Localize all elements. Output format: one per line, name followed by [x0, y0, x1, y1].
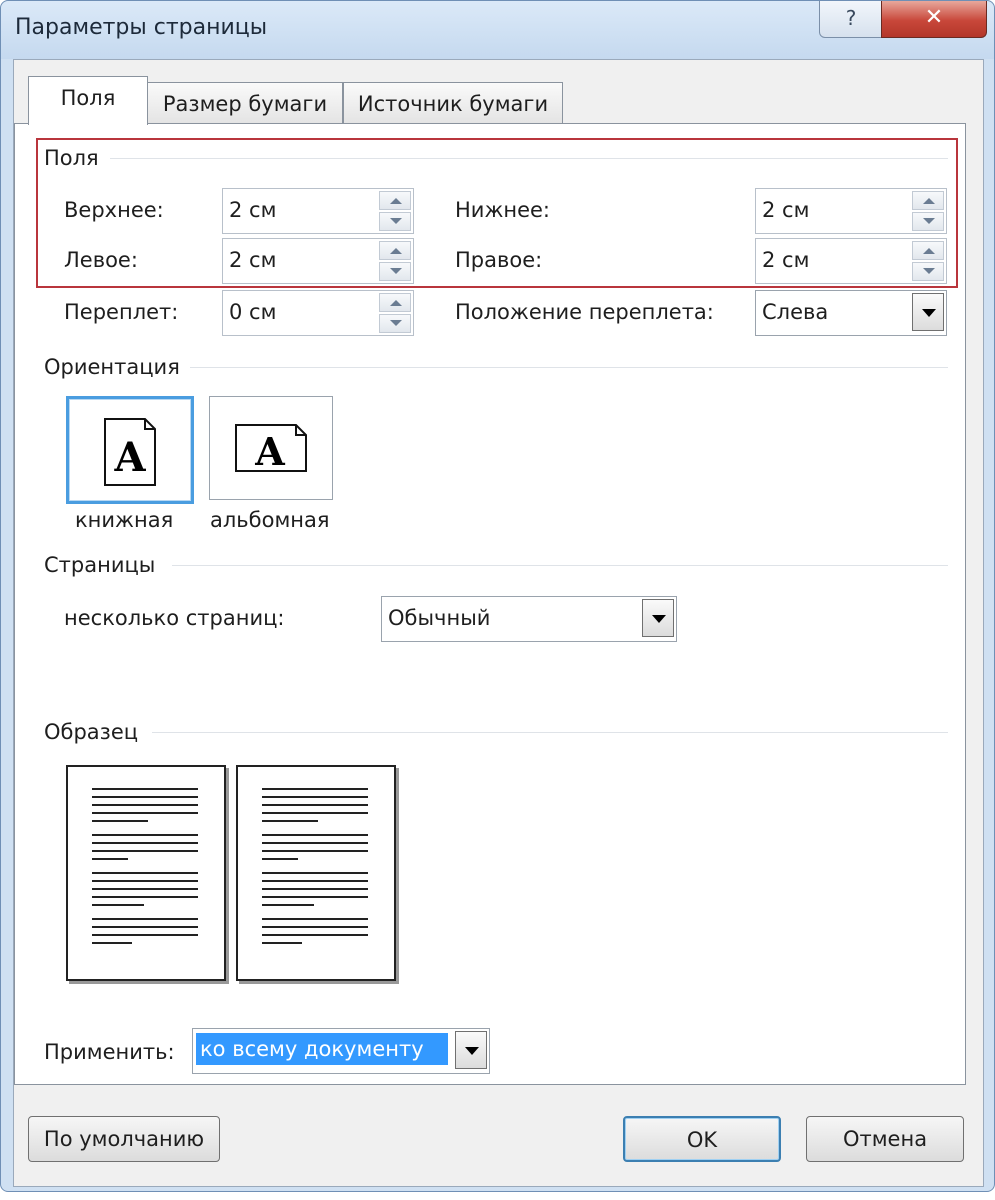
group-divider: [190, 367, 948, 368]
close-button[interactable]: ✕: [881, 1, 987, 38]
title-bar: Параметры страницы ? ✕: [1, 1, 994, 59]
gutter-value: 0 см: [229, 300, 277, 324]
chevron-down-icon[interactable]: [455, 1031, 487, 1069]
tab-paper-source[interactable]: Источник бумаги: [343, 82, 563, 125]
preview-text-lines: [92, 788, 198, 944]
pages-group-label: Страницы: [44, 553, 156, 577]
group-divider: [172, 565, 948, 566]
landscape-page-icon: A: [235, 424, 307, 474]
set-as-default-button[interactable]: По умолчанию: [28, 1116, 220, 1162]
help-button[interactable]: ?: [819, 1, 883, 38]
multiple-pages-label: несколько страниц:: [64, 606, 285, 630]
portrait-option[interactable]: A: [66, 396, 194, 504]
gutter-spinner[interactable]: 0 см: [222, 290, 414, 336]
gutter-position-value: Слева: [762, 300, 829, 324]
gutter-label: Переплет:: [64, 300, 179, 324]
tab-paper-size[interactable]: Размер бумаги: [147, 82, 343, 125]
apply-to-label: Применить:: [44, 1040, 175, 1064]
group-divider: [152, 732, 948, 733]
chevron-down-icon[interactable]: [642, 599, 674, 637]
ok-button[interactable]: OK: [623, 1116, 781, 1162]
tab-margins[interactable]: Поля: [28, 76, 148, 125]
portrait-label[interactable]: книжная: [75, 508, 173, 532]
gutter-position-select[interactable]: Слева: [755, 290, 947, 336]
multiple-pages-value: Обычный: [388, 606, 491, 630]
cancel-button[interactable]: Отмена: [806, 1116, 964, 1162]
multiple-pages-select[interactable]: Обычный: [381, 596, 677, 642]
gutter-position-label: Положение переплета:: [455, 300, 714, 324]
landscape-option[interactable]: A: [209, 396, 333, 500]
preview-page-right: [236, 765, 396, 981]
orientation-group-label: Ориентация: [44, 355, 180, 379]
preview-text-lines: [262, 788, 368, 944]
landscape-glyph: A: [254, 429, 285, 474]
chevron-down-icon[interactable]: [912, 293, 944, 331]
margins-highlight-box: [36, 138, 958, 288]
preview-page-left: [66, 765, 226, 981]
window-title: Параметры страницы: [15, 15, 268, 40]
preview-group-label: Образец: [44, 720, 139, 744]
apply-to-value[interactable]: ко всему документу: [196, 1033, 448, 1065]
portrait-page-icon: A: [104, 418, 156, 486]
spin-up-button[interactable]: [379, 293, 411, 312]
portrait-glyph: A: [113, 434, 146, 481]
spin-down-button[interactable]: [379, 314, 411, 333]
landscape-label[interactable]: альбомная: [210, 508, 330, 532]
